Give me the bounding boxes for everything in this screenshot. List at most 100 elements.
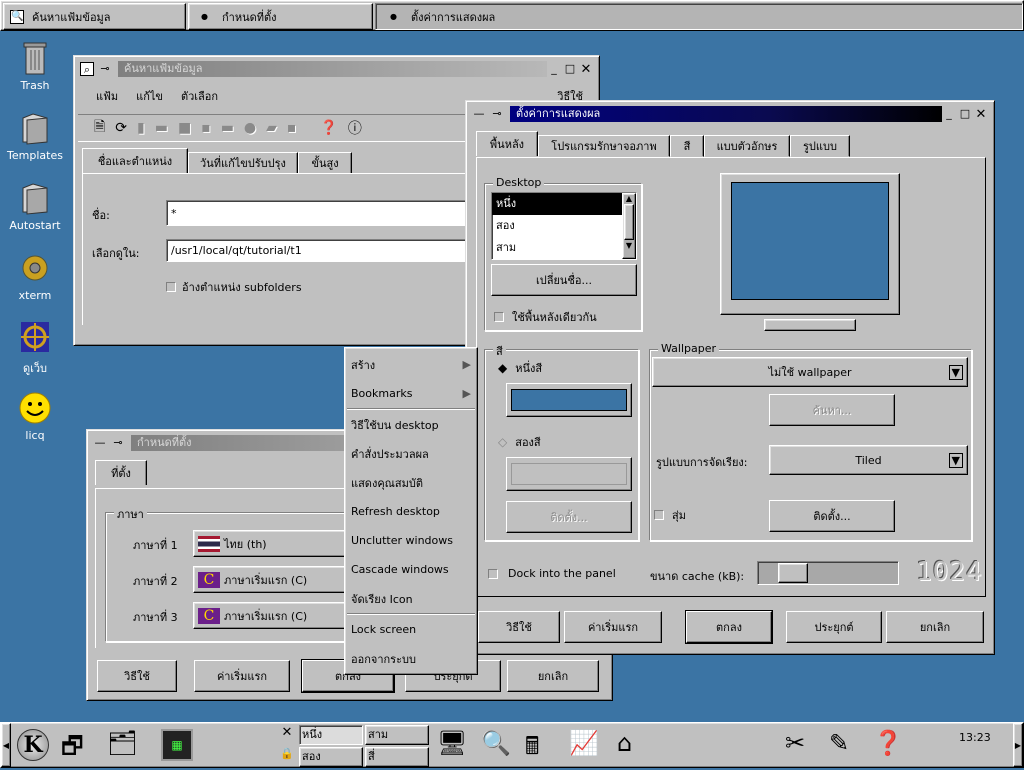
checkbox-box[interactable] — [654, 510, 664, 520]
tab-date-modified[interactable]: วันที่แก้ไขปรับปรุง — [188, 152, 298, 174]
calculator-icon[interactable]: 🖩 — [525, 729, 539, 770]
pager-desktop-4[interactable]: สี่ — [365, 747, 429, 767]
windows-list-icon[interactable]: 🗗 — [61, 729, 84, 770]
menu-item-unclutter[interactable]: Unclutter windows — [345, 526, 477, 555]
help-icon[interactable]: ❓ — [873, 729, 903, 757]
menu-item-run-command[interactable]: คำสั่งประมวลผล — [345, 439, 477, 468]
apply-button[interactable]: ประยุกต์ — [786, 611, 882, 643]
radio-icon[interactable]: ◇ — [498, 435, 507, 449]
random-setup-button[interactable]: ติดตั้ง... — [769, 500, 895, 532]
help-button[interactable]: วิธีใช้ — [478, 611, 560, 643]
tab-colors[interactable]: สี — [670, 135, 704, 157]
tab-location[interactable]: ที่ตั้ง — [95, 460, 147, 485]
monitor-icon[interactable]: 🖥 — [437, 729, 467, 757]
rename-button[interactable]: เปลี่ยนชื่อ... — [491, 264, 637, 296]
scroll-thumb[interactable] — [624, 204, 634, 240]
lang1-select[interactable]: ไทย (th) — [193, 530, 363, 557]
dock-checkbox[interactable]: Dock into the panel — [488, 567, 616, 580]
home-icon[interactable]: ⌂ — [617, 729, 632, 757]
menu-item-refresh[interactable]: Refresh desktop — [345, 497, 477, 526]
menu-item-lock-screen[interactable]: Lock screen — [345, 615, 477, 644]
two-color-radio[interactable]: ◇ สองสี — [498, 433, 541, 451]
find-icon[interactable]: 🗎 — [94, 116, 105, 140]
menu-item-new[interactable]: สร้าง ▶ — [345, 350, 477, 379]
one-color-radio[interactable]: ◆ หนึ่งสี — [498, 359, 542, 377]
tab-name-location[interactable]: ชื่อและตำแหน่ง — [82, 148, 188, 173]
pin-icon[interactable]: ⊸ — [98, 62, 112, 75]
defaults-button[interactable]: ค่าเริ่มแรก — [194, 660, 290, 692]
list-item[interactable]: สอง — [492, 215, 636, 237]
help-button[interactable]: วิธีใช้ — [97, 660, 177, 692]
same-background-checkbox[interactable]: ใช้พื้นหลังเดียวกัน — [494, 308, 597, 326]
desktop-icon-licq[interactable]: licq — [0, 390, 70, 442]
checkbox-box[interactable] — [166, 282, 176, 292]
tab-fonts[interactable]: แบบตัวอักษร — [704, 135, 790, 157]
desktop-icon-templates[interactable]: Templates — [0, 110, 70, 162]
desktop-icon-xterm[interactable]: xterm — [0, 250, 70, 302]
search-icon[interactable]: ⌕ — [80, 62, 94, 76]
wallpaper-select[interactable]: ไม่ใช้ wallpaper ▼ — [652, 357, 968, 387]
clock[interactable]: 13:23 — [959, 731, 991, 744]
minimize-icon[interactable]: _ — [547, 62, 561, 75]
lang3-select[interactable]: C ภาษาเริ่มแรก (C) — [193, 602, 363, 629]
minimize-icon[interactable]: _ — [942, 107, 956, 120]
scroll-down-icon[interactable]: ▼ — [623, 241, 635, 250]
scroll-up-icon[interactable]: ▲ — [623, 194, 635, 203]
close-icon[interactable]: ✕ — [579, 62, 593, 77]
task-locale[interactable]: ● กำหนดที่ตั้ง — [188, 3, 373, 30]
pager-desktop-2[interactable]: สอง — [299, 747, 363, 767]
cache-slider[interactable] — [757, 561, 899, 585]
pin-icon[interactable]: ⊸ — [111, 436, 125, 449]
menu-item-desktop-help[interactable]: วิธีใช้บน desktop — [345, 410, 477, 439]
title-bar[interactable]: ⌕ ⊸ ค้นหาแฟ้มข้อมูล _ □ ✕ — [78, 60, 595, 78]
home-folder-icon[interactable]: 🗂 — [107, 729, 137, 757]
panel-hide-right[interactable]: ▶ — [1013, 723, 1023, 767]
pager-desktop-3[interactable]: สาม — [365, 725, 429, 745]
desktop-icon-trash[interactable]: Trash — [0, 40, 70, 92]
list-scrollbar[interactable]: ▲ ▼ — [622, 193, 636, 259]
editor-icon[interactable]: ✎ — [829, 729, 849, 757]
list-item[interactable]: สาม — [492, 237, 636, 259]
pin-icon[interactable]: ⊸ — [490, 107, 504, 120]
cancel-button[interactable]: ยกเลิก — [507, 660, 599, 692]
arrange-select[interactable]: Tiled ▼ — [769, 445, 968, 475]
checkbox-box[interactable] — [494, 312, 504, 322]
name-input[interactable]: * — [166, 200, 466, 226]
info-icon[interactable]: ⓘ — [348, 118, 362, 138]
menu-item-bookmarks[interactable]: Bookmarks ▶ — [345, 379, 477, 408]
slider-handle[interactable] — [778, 563, 808, 583]
panel-hide-left[interactable]: ◀ — [1, 723, 11, 767]
maximize-icon[interactable]: □ — [958, 107, 972, 120]
terminal-icon[interactable]: ▦ — [161, 729, 193, 761]
menu-item-properties[interactable]: แสดงคุณสมบัติ — [345, 468, 477, 497]
refresh-icon[interactable]: ⟳ — [115, 120, 127, 136]
tab-background[interactable]: พื้นหลัง — [476, 131, 538, 156]
random-checkbox[interactable]: สุ่ม — [654, 506, 686, 524]
tab-screensaver[interactable]: โปรแกรมรักษาจอภาพ — [538, 135, 670, 157]
k-menu-icon[interactable]: K — [17, 729, 49, 761]
menu-item-logout[interactable]: ออกจากระบบ — [345, 644, 477, 673]
menu-file[interactable]: แฟ้ม — [96, 87, 118, 105]
maximize-icon[interactable]: □ — [563, 62, 577, 75]
defaults-button[interactable]: ค่าเริ่มแรก — [564, 611, 662, 643]
menu-options[interactable]: ตัวเลือก — [181, 87, 218, 105]
look-in-input[interactable]: /usr1/local/qt/tutorial/t1 — [166, 239, 466, 262]
menu-item-arrange-icons[interactable]: จัดเรียง Icon — [345, 584, 477, 613]
desktop-icon-autostart[interactable]: Autostart — [0, 180, 70, 232]
radio-icon[interactable]: ◆ — [498, 361, 507, 375]
menu-icon[interactable]: — — [93, 436, 107, 449]
menu-edit[interactable]: แก้ไข — [136, 87, 163, 105]
pager-close-icon[interactable]: ✕ — [277, 725, 297, 745]
color1-button[interactable] — [506, 383, 632, 417]
subfolders-checkbox[interactable]: อ้างตำแหน่ง subfolders — [166, 278, 302, 296]
menu-icon[interactable]: — — [472, 107, 486, 120]
chart-icon[interactable]: 📈 — [569, 729, 599, 757]
close-icon[interactable]: ✕ — [974, 107, 988, 122]
lang2-select[interactable]: C ภาษาเริ่มแรก (C) — [193, 566, 363, 593]
task-display-settings[interactable]: ● ตั้งค่าการแสดงผล — [375, 3, 1023, 30]
checkbox-box[interactable] — [488, 568, 498, 579]
task-find-files[interactable]: 🔍 ค้นหาแฟ้มข้อมูล — [3, 3, 186, 30]
title-bar[interactable]: — ⊸ ตั้งค่าการแสดงผล _ □ ✕ — [470, 105, 990, 123]
tab-style[interactable]: รูปแบบ — [790, 135, 850, 157]
office-icon[interactable]: ✂ — [785, 729, 805, 757]
